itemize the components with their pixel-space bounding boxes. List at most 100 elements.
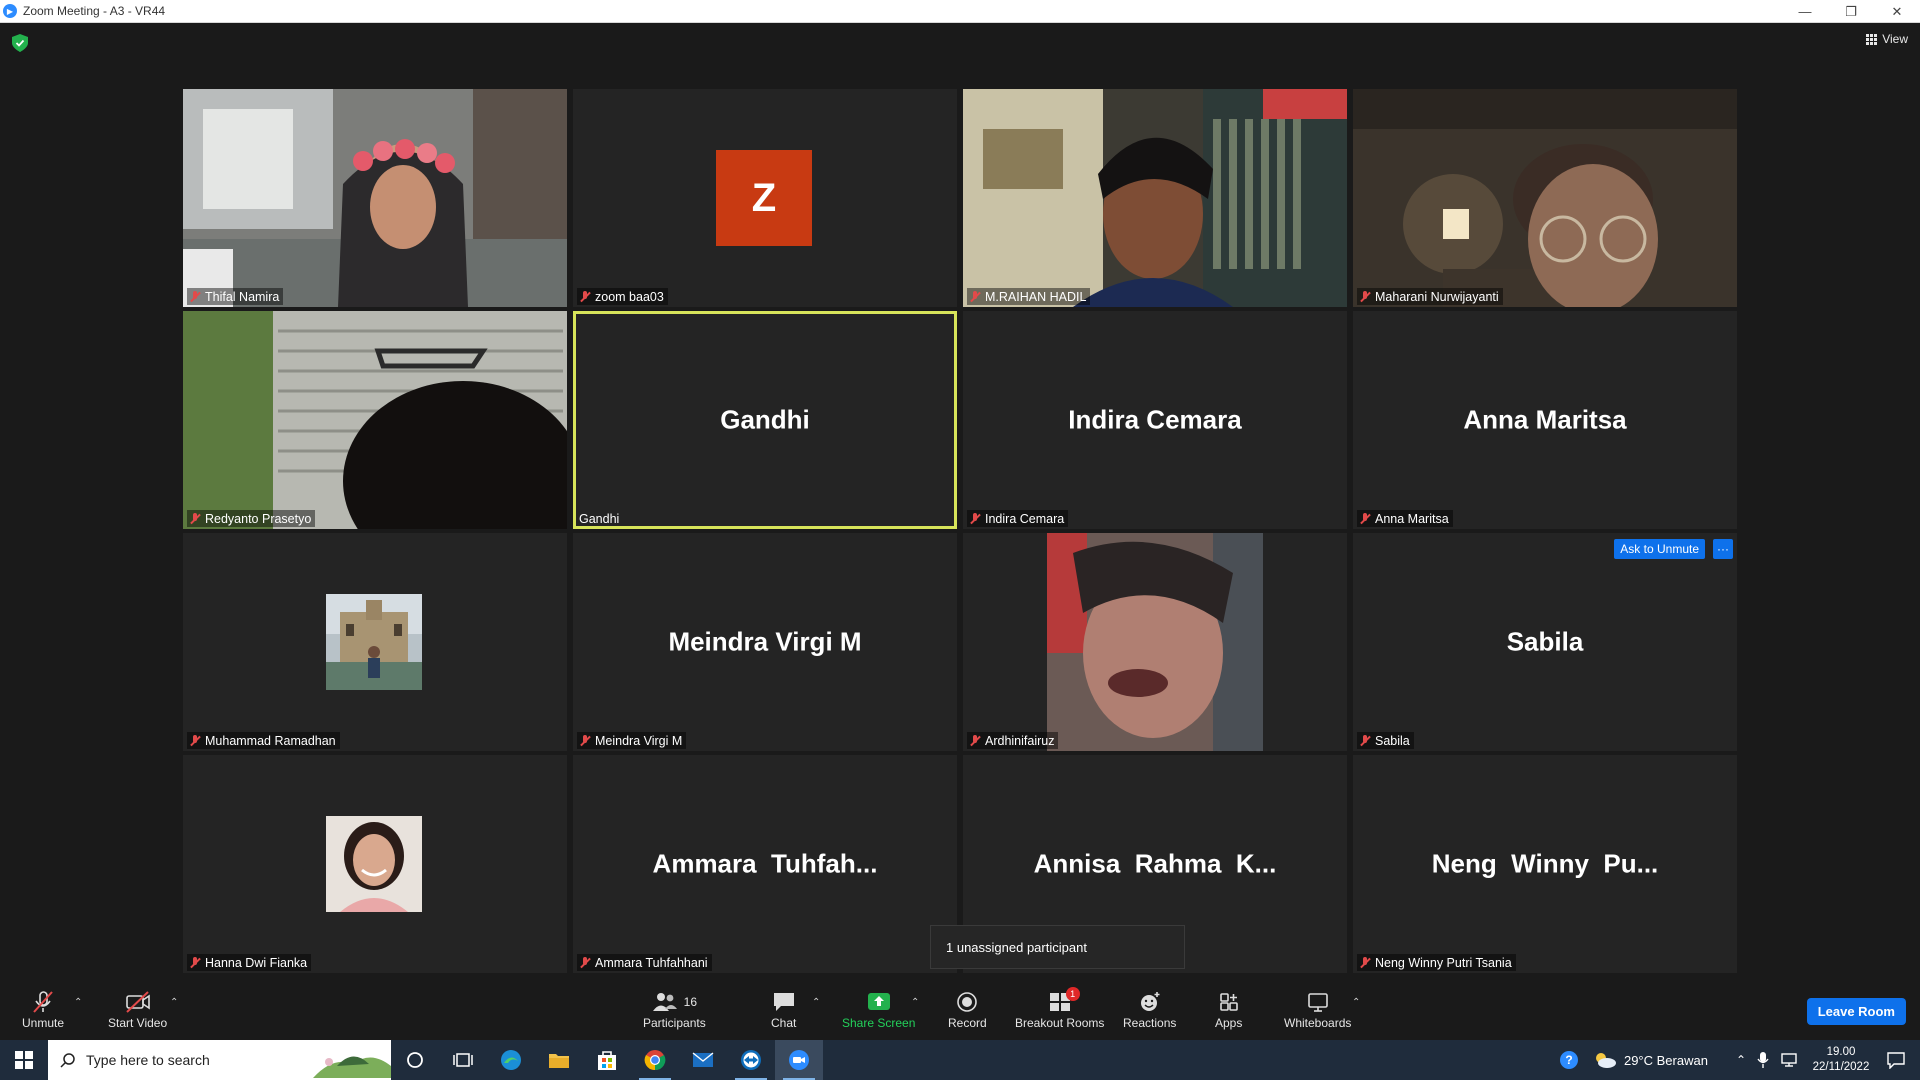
participant-tile[interactable]: Ask to Unmute ··· Sabila Sabila <box>1353 533 1737 751</box>
participants-icon <box>652 993 677 1011</box>
participant-name-label: Redyanto Prasetyo <box>187 510 316 527</box>
meeting-area: View Thifal Namira Z zoom baa03 M.RAIHAN… <box>0 23 1920 987</box>
task-view-icon <box>453 1053 473 1067</box>
muted-mic-icon <box>189 735 201 747</box>
weather-cloudy-icon[interactable] <box>1592 1049 1618 1071</box>
windows-logo-icon <box>15 1051 33 1069</box>
participant-tile[interactable]: Muhammad Ramadhan <box>183 533 567 751</box>
participant-profile-photo <box>326 816 422 912</box>
participant-display-name: Ammara Tuhfah... <box>652 848 878 879</box>
participant-tile[interactable]: Ardhinifairuz <box>963 533 1347 751</box>
whiteboards-button[interactable]: Whiteboards <box>1284 989 1351 1030</box>
unmute-button[interactable]: Unmute <box>22 989 64 1030</box>
record-icon <box>957 992 978 1012</box>
window-title: Zoom Meeting - A3 - VR44 <box>23 4 166 18</box>
minimize-button[interactable]: — <box>1782 0 1828 23</box>
search-icon <box>60 1053 75 1068</box>
chat-button[interactable]: Chat <box>771 989 796 1030</box>
taskbar-task-view-button[interactable] <box>439 1040 487 1080</box>
participant-tile[interactable]: Redyanto Prasetyo <box>183 311 567 529</box>
share-screen-button[interactable]: Share Screen <box>842 989 915 1030</box>
audio-options-chevron-icon[interactable]: ⌃ <box>74 997 82 1008</box>
breakout-rooms-button[interactable]: 1 Breakout Rooms <box>1015 987 1104 1030</box>
close-button[interactable]: ✕ <box>1874 0 1920 23</box>
participant-tile[interactable]: Indira Cemara Indira Cemara <box>963 311 1347 529</box>
participant-tile[interactable]: Neng Winny Pu... Neng Winny Putri Tsania <box>1353 755 1737 973</box>
taskbar-file-explorer-button[interactable] <box>535 1040 583 1080</box>
help-icon[interactable]: ? <box>1558 1049 1580 1071</box>
restore-button[interactable]: ❐ <box>1828 0 1874 23</box>
apps-button[interactable]: Apps <box>1215 989 1242 1030</box>
chat-icon <box>773 993 794 1011</box>
view-button[interactable]: View <box>1866 32 1908 46</box>
participant-tile[interactable]: Z zoom baa03 <box>573 89 957 307</box>
participant-name-label: Anna Maritsa <box>1357 510 1453 527</box>
participant-tile[interactable]: Meindra Virgi M Meindra Virgi M <box>573 533 957 751</box>
search-highlight-illustration-icon <box>313 1056 391 1078</box>
participant-name-label: Indira Cemara <box>967 510 1069 527</box>
muted-mic-icon <box>969 735 981 747</box>
participant-tile[interactable]: Maharani Nurwijayanti <box>1353 89 1737 307</box>
participant-display-name: Gandhi <box>720 404 810 435</box>
share-options-chevron-icon[interactable]: ⌃ <box>911 997 919 1008</box>
participant-tile[interactable]: Thifal Namira <box>183 89 567 307</box>
participant-tile[interactable]: M.RAIHAN HADIL <box>963 89 1347 307</box>
taskbar-search-box[interactable]: Type here to search <box>48 1040 391 1080</box>
whiteboard-icon <box>1307 993 1328 1012</box>
muted-mic-icon <box>1359 957 1371 969</box>
participant-tile[interactable]: Anna Maritsa Anna Maritsa <box>1353 311 1737 529</box>
participant-display-name: Neng Winny Pu... <box>1431 848 1659 879</box>
leave-room-button[interactable]: Leave Room <box>1806 998 1906 1025</box>
weather-text[interactable]: 29°C Berawan <box>1624 1053 1708 1068</box>
ask-to-unmute-button[interactable]: Ask to Unmute <box>1614 539 1705 559</box>
file-explorer-icon <box>549 1054 569 1068</box>
participant-tile-active-speaker[interactable]: Gandhi Gandhi <box>573 311 957 529</box>
participant-video <box>183 89 567 307</box>
svg-text:?: ? <box>1565 1053 1572 1067</box>
taskbar-mail-button[interactable] <box>679 1040 727 1080</box>
microphone-in-use-icon[interactable] <box>1756 1051 1770 1069</box>
reactions-button[interactable]: Reactions <box>1123 989 1176 1030</box>
participant-name-label: Muhammad Ramadhan <box>187 732 340 749</box>
participant-display-name: Sabila <box>1506 626 1584 657</box>
clock-time: 19.00 <box>1826 1046 1856 1058</box>
store-icon <box>598 1051 616 1070</box>
taskbar-edge-button[interactable] <box>487 1040 535 1080</box>
taskbar-clock[interactable]: 19.00 22/11/2022 <box>1806 1045 1876 1075</box>
show-hidden-icons-chevron-icon[interactable]: ⌃ <box>1736 1053 1746 1067</box>
taskbar-cortana-button[interactable] <box>391 1040 439 1080</box>
search-placeholder: Type here to search <box>86 1052 210 1068</box>
zoom-app-icon: ▶ <box>3 4 17 18</box>
unassigned-participant-popup[interactable]: 1 unassigned participant <box>930 925 1185 969</box>
taskbar-store-button[interactable] <box>583 1040 631 1080</box>
encryption-shield-icon[interactable] <box>12 34 28 52</box>
participant-tile[interactable]: Hanna Dwi Fianka <box>183 755 567 973</box>
whiteboard-options-chevron-icon[interactable]: ⌃ <box>1352 997 1360 1008</box>
window-titlebar: ▶ Zoom Meeting - A3 - VR44 — ❐ ✕ <box>0 0 1920 23</box>
taskbar-zoom-button[interactable] <box>775 1040 823 1080</box>
muted-mic-icon <box>969 513 981 525</box>
apps-icon <box>1219 993 1238 1011</box>
taskbar-teamviewer-button[interactable] <box>727 1040 775 1080</box>
participants-count: 16 <box>683 995 698 1009</box>
video-options-chevron-icon[interactable]: ⌃ <box>170 997 178 1008</box>
participants-button[interactable]: 16 Participants <box>643 989 706 1030</box>
muted-mic-icon <box>189 291 201 303</box>
chat-options-chevron-icon[interactable]: ⌃ <box>812 997 820 1008</box>
muted-mic-icon <box>189 513 201 525</box>
muted-mic-icon <box>969 291 981 303</box>
taskbar-chrome-button[interactable] <box>631 1040 679 1080</box>
muted-mic-icon <box>579 291 591 303</box>
muted-mic-icon <box>579 957 591 969</box>
participant-name-label: Thifal Namira <box>187 288 284 305</box>
participant-video <box>1353 89 1737 307</box>
participant-name-label: zoom baa03 <box>577 288 668 305</box>
more-options-button[interactable]: ··· <box>1713 539 1733 559</box>
notifications-icon[interactable] <box>1886 1051 1906 1069</box>
microphone-muted-icon <box>33 991 53 1013</box>
record-button[interactable]: Record <box>948 989 987 1030</box>
participant-tile[interactable]: Ammara Tuhfah... Ammara Tuhfahhani <box>573 755 957 973</box>
start-button[interactable] <box>0 1040 48 1080</box>
network-icon[interactable] <box>1780 1052 1798 1068</box>
start-video-button[interactable]: Start Video <box>108 989 167 1030</box>
